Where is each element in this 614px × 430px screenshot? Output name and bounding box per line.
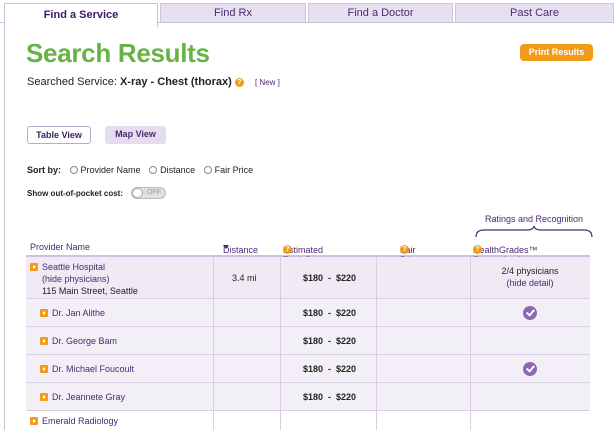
sort-distance[interactable]: Distance xyxy=(149,165,195,175)
column-divider xyxy=(280,327,281,354)
help-icon[interactable]: ? xyxy=(473,245,482,254)
tab-find-a-doctor[interactable]: Find a Doctor xyxy=(308,3,453,22)
recognition-cell: 2/4 physicians (hide detail) xyxy=(470,265,590,289)
checkmark-icon xyxy=(523,362,537,376)
oop-label: Show out-of-pocket cost: xyxy=(27,189,123,198)
sort-provider-name[interactable]: Provider Name xyxy=(69,165,141,175)
checkmark-icon xyxy=(523,306,537,320)
column-divider xyxy=(213,383,214,410)
sort-fair-price[interactable]: Fair Price xyxy=(203,165,253,175)
expand-arrow-icon[interactable] xyxy=(30,263,38,271)
column-divider xyxy=(470,327,471,354)
doctor-link[interactable]: Dr. Jeannete Gray xyxy=(52,392,125,402)
table-row: Dr. Jeannete Gray $180 - $220 xyxy=(26,383,590,411)
doctor-link[interactable]: Dr. George Bam xyxy=(52,336,117,346)
doctor-cell: Dr. Jan Alithe xyxy=(40,308,105,318)
radio-icon[interactable] xyxy=(149,166,158,174)
page-title: Search Results xyxy=(26,38,210,68)
column-divider xyxy=(376,299,377,326)
toggle-state: OFF xyxy=(147,189,161,196)
radio-icon[interactable] xyxy=(203,166,212,174)
expand-arrow-icon[interactable] xyxy=(40,337,48,345)
doctor-cell: Dr. George Bam xyxy=(40,336,117,346)
expand-arrow-icon[interactable] xyxy=(30,417,38,425)
hide-physicians-link[interactable]: (hide physicians) xyxy=(42,274,110,284)
toggle-knob[interactable] xyxy=(132,188,143,198)
doctor-cell: Dr. Michael Foucoult xyxy=(40,364,134,374)
map-view-button[interactable]: Map View xyxy=(105,126,166,144)
brace-icon xyxy=(475,226,593,238)
help-icon[interactable]: ? xyxy=(283,245,292,254)
results-table: Provider Name Distance Estimated Total C… xyxy=(26,239,590,430)
help-icon[interactable]: ? xyxy=(234,78,244,87)
column-divider xyxy=(376,257,377,298)
hide-detail-link[interactable]: (hide detail) xyxy=(506,278,553,288)
searched-service-label: Searched Service: xyxy=(27,76,117,88)
provider-address: 115 Main Street, Seattle xyxy=(42,286,138,296)
column-divider xyxy=(470,299,471,326)
cost-value: $180 - $220 xyxy=(303,392,357,402)
table-view-button[interactable]: Table View xyxy=(27,126,91,144)
ratings-header: Ratings and Recognition xyxy=(484,214,584,224)
cost-value: $180 - $220 xyxy=(303,308,357,318)
table-row: Dr. George Bam $180 - $220 xyxy=(26,327,590,355)
column-divider xyxy=(470,383,471,410)
searched-service-value: X-ray - Chest (thorax) xyxy=(119,76,232,88)
column-divider xyxy=(376,383,377,410)
doctor-link[interactable]: Dr. Michael Foucoult xyxy=(52,364,134,374)
doctor-link[interactable]: Dr. Jan Alithe xyxy=(52,308,105,318)
column-divider xyxy=(376,355,377,382)
new-search-link[interactable]: [ New ] xyxy=(255,78,280,87)
column-divider xyxy=(470,355,471,382)
help-icon[interactable]: ? xyxy=(400,245,409,254)
column-divider xyxy=(213,327,214,354)
sort-options: Sort by: Provider Name Distance Fair Pri… xyxy=(27,165,259,175)
table-row: Seattle Hospital (hide physicians) 115 M… xyxy=(26,257,590,299)
table-row: Emerald Radiology xyxy=(26,411,590,430)
physician-count: 2/4 physicians xyxy=(501,266,559,276)
column-divider xyxy=(470,411,471,430)
tab-find-a-service[interactable]: Find a Service xyxy=(4,3,158,27)
expand-arrow-icon[interactable] xyxy=(40,309,48,317)
radio-icon[interactable] xyxy=(69,166,78,174)
column-divider xyxy=(376,327,377,354)
cost-value: $180 - $220 xyxy=(303,336,357,346)
cost-value: $180 - $220 xyxy=(303,273,357,283)
column-divider xyxy=(280,411,281,430)
oop-toggle[interactable]: OFF xyxy=(131,187,166,199)
provider-link[interactable]: Emerald Radiology xyxy=(42,416,118,426)
expand-arrow-icon[interactable] xyxy=(40,393,48,401)
cost-value: $180 - $220 xyxy=(303,364,357,374)
column-divider xyxy=(280,383,281,410)
table-header: Provider Name Distance Estimated Total C… xyxy=(26,239,590,265)
column-divider xyxy=(280,355,281,382)
doctor-cell: Dr. Jeannete Gray xyxy=(40,392,125,402)
tab-past-care[interactable]: Past Care xyxy=(455,3,614,22)
searched-service: Searched Service: X-ray - Chest (thorax)… xyxy=(27,76,280,88)
print-results-button[interactable]: Print Results xyxy=(520,44,593,61)
table-row: Dr. Jan Alithe $180 - $220 xyxy=(26,299,590,327)
provider-cell: Seattle Hospital (hide physicians) 115 M… xyxy=(30,261,138,297)
column-divider xyxy=(213,299,214,326)
distance-value: 3.4 mi xyxy=(232,273,257,283)
column-divider xyxy=(213,355,214,382)
sort-label: Sort by: xyxy=(27,165,62,175)
table-row: Dr. Michael Foucoult $180 - $220 xyxy=(26,355,590,383)
col-provider-name[interactable]: Provider Name xyxy=(30,242,90,252)
column-divider xyxy=(280,299,281,326)
provider-link[interactable]: Seattle Hospital xyxy=(42,262,105,272)
column-divider xyxy=(376,411,377,430)
expand-arrow-icon[interactable] xyxy=(40,365,48,373)
column-divider xyxy=(213,411,214,430)
provider-cell: Emerald Radiology xyxy=(30,416,118,426)
tab-find-rx[interactable]: Find Rx xyxy=(160,3,306,22)
column-divider xyxy=(280,257,281,298)
column-divider xyxy=(213,257,214,298)
